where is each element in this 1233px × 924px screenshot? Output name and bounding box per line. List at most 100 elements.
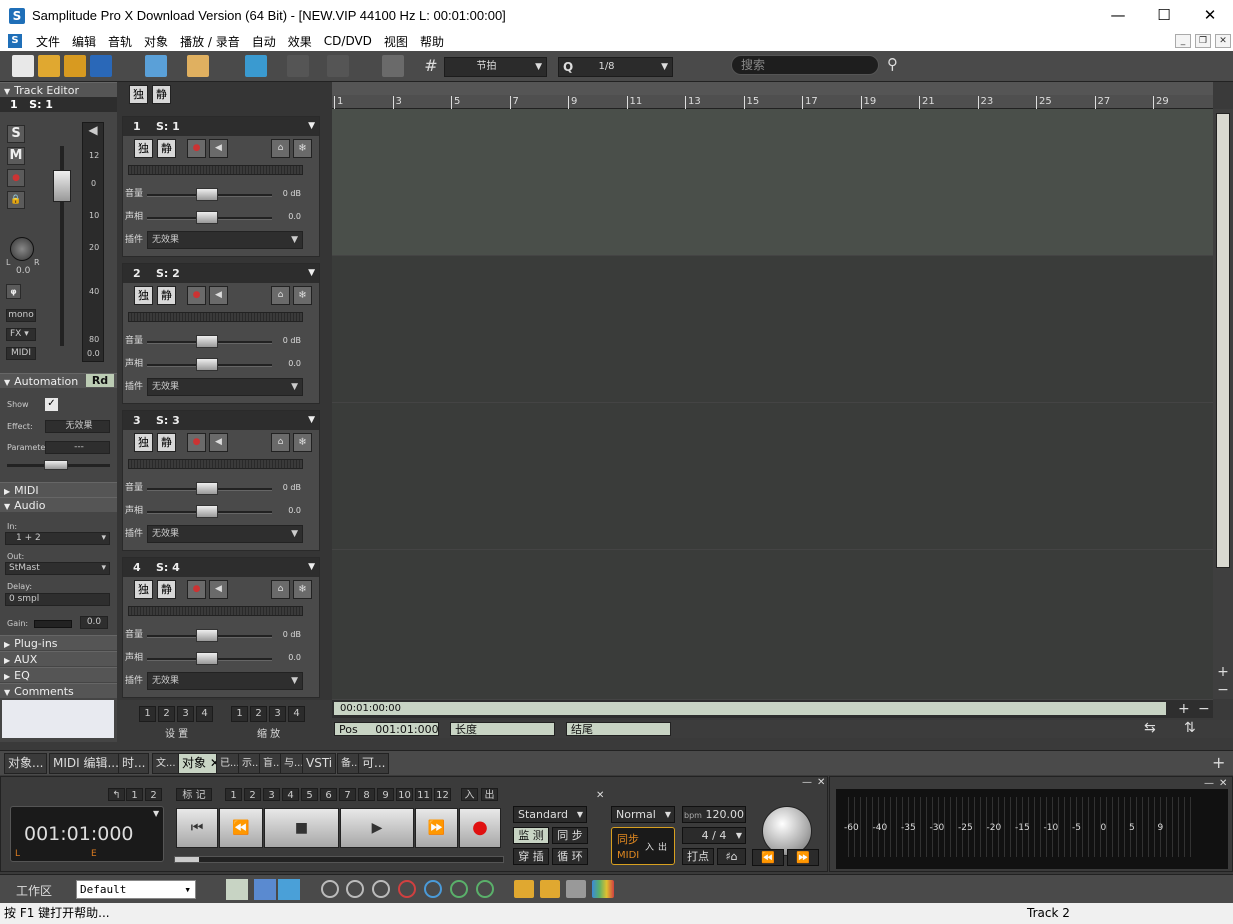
redo-icon[interactable] <box>327 55 349 77</box>
view-record-icon[interactable] <box>278 879 300 900</box>
menu-object[interactable]: 对象 <box>138 33 174 50</box>
mdi-minimize-icon[interactable]: _ <box>1175 34 1191 48</box>
jog-forward-icon[interactable]: ⏩ <box>787 849 819 866</box>
record-icon[interactable]: ● <box>187 433 206 452</box>
click-button[interactable]: 打点 <box>682 848 714 865</box>
lock-icon[interactable]: ⌂ <box>271 286 290 305</box>
toolbar-down-icon[interactable] <box>476 880 494 898</box>
meter-close-icon[interactable]: ✕ <box>1219 778 1227 789</box>
doc-icon[interactable]: S <box>8 34 22 48</box>
zoom-in-icon[interactable]: + <box>1216 665 1230 679</box>
effect-field[interactable]: 无效果 <box>45 420 110 433</box>
eq-section[interactable]: ▶ EQ <box>0 667 117 682</box>
volume-knob[interactable] <box>196 188 218 201</box>
mono-button[interactable]: mono <box>6 309 36 322</box>
open-folder-icon[interactable] <box>38 55 60 77</box>
rewind-start-button[interactable]: ⏮ <box>176 808 218 848</box>
gain-slider[interactable] <box>34 620 72 628</box>
maximize-button[interactable]: ☐ <box>1141 0 1187 31</box>
monitor-button[interactable]: 监 测 <box>513 827 549 844</box>
lock-icon[interactable]: ⌂ <box>271 580 290 599</box>
transport-minimize-icon[interactable]: — <box>802 777 812 788</box>
pan-slider[interactable] <box>147 652 272 665</box>
marker-1[interactable]: 1 <box>225 788 242 801</box>
play-button[interactable]: ▶ <box>340 808 414 848</box>
menu-file[interactable]: 文件 <box>30 33 66 50</box>
setup-4[interactable]: 4 <box>196 706 213 722</box>
mute-button[interactable]: 静 <box>157 580 176 599</box>
menu-effects[interactable]: 效果 <box>282 33 318 50</box>
out-dropdown[interactable]: StMast ▾ <box>5 562 110 575</box>
mdi-restore-icon[interactable]: ❐ <box>1195 34 1211 48</box>
bpm-field[interactable]: bpm 120.00 <box>682 806 746 823</box>
open-multitrack-icon[interactable] <box>64 55 86 77</box>
plugins-section[interactable]: ▶ Plug-ins <box>0 635 117 650</box>
comments-box[interactable] <box>2 700 114 738</box>
menu-automation[interactable]: 自动 <box>246 33 282 50</box>
undo-icon[interactable] <box>287 55 309 77</box>
pan-slider[interactable] <box>147 211 272 224</box>
mute-button[interactable]: 静 <box>157 286 176 305</box>
track-name[interactable]: 4 S: 4 ▼ <box>123 558 319 577</box>
marker-8[interactable]: 8 <box>358 788 375 801</box>
meter-minimize-icon[interactable]: — <box>1204 778 1214 789</box>
pan-slider[interactable] <box>147 358 272 371</box>
marker-10[interactable]: 10 <box>396 788 413 801</box>
volume-slider[interactable] <box>147 335 272 348</box>
solo-button[interactable]: 独 <box>134 139 153 158</box>
back-icon[interactable]: ↰ <box>108 788 125 801</box>
mode-icon[interactable] <box>145 55 167 77</box>
marker-7[interactable]: 7 <box>339 788 356 801</box>
aux-section[interactable]: ▶ AUX <box>0 651 117 666</box>
menu-track[interactable]: 音轨 <box>102 33 138 50</box>
small-2[interactable]: 2 <box>145 788 162 801</box>
quantize-dropdown[interactable]: Q 1/8 ▼ <box>558 57 673 77</box>
inspector-mute-button[interactable]: M <box>7 147 25 165</box>
inspector-lock-icon[interactable]: 🔒 <box>7 191 25 209</box>
list-icon[interactable] <box>566 880 586 898</box>
pan-knob[interactable] <box>196 652 218 665</box>
stop-button[interactable]: ■ <box>264 808 339 848</box>
pan-knob[interactable] <box>196 505 218 518</box>
snap-magnet-icon[interactable] <box>382 55 404 77</box>
menu-help[interactable]: 帮助 <box>414 33 450 50</box>
marker-4[interactable]: 4 <box>282 788 299 801</box>
hscroll-thumb[interactable]: 00:01:00:00 <box>334 702 1166 715</box>
track-editor-header[interactable]: ▼ Track Editor <box>0 82 117 97</box>
search-input[interactable]: 搜索 <box>731 55 879 75</box>
volume-slider[interactable] <box>147 482 272 495</box>
track-2[interactable]: 2 S: 2 ▼ 独 静 ● ◀ ⌂ ❄ 音量 0 dB 声相 0.0 插件 无效… <box>122 263 320 404</box>
position-slider-thumb[interactable] <box>175 857 199 862</box>
normal-dropdown[interactable]: Normal ▼ <box>611 806 675 823</box>
marker-11[interactable]: 11 <box>415 788 432 801</box>
pan-slider[interactable] <box>147 505 272 518</box>
mute-button[interactable]: 静 <box>157 139 176 158</box>
global-solo-button[interactable]: 独 <box>129 85 148 104</box>
vertical-scrollbar[interactable]: + − <box>1213 109 1233 699</box>
signature-dropdown[interactable]: 4 / 4 ▼ <box>682 827 746 844</box>
marker-9[interactable]: 9 <box>377 788 394 801</box>
end-field[interactable]: 结尾 <box>566 722 671 736</box>
track-name[interactable]: 1 S: 1 ▼ <box>123 117 319 136</box>
vscroll-thumb[interactable] <box>1216 113 1230 568</box>
object-mode-icon[interactable] <box>187 55 209 77</box>
length-field[interactable]: 长度 <box>450 722 555 736</box>
track-lane-2[interactable] <box>332 256 1213 403</box>
mute-button[interactable]: 静 <box>157 433 176 452</box>
global-mute-button[interactable]: 静 <box>152 85 171 104</box>
track-lane-1[interactable] <box>332 109 1213 256</box>
small-1[interactable]: 1 <box>126 788 143 801</box>
volume-knob[interactable] <box>196 629 218 642</box>
zoom-out-icon[interactable]: − <box>1216 683 1230 697</box>
track-name[interactable]: 2 S: 2 ▼ <box>123 264 319 283</box>
timeline-ruler[interactable]: 1 3 5 7 9 11 13 15 17 19 21 23 25 27 29 <box>332 82 1213 109</box>
speaker-icon[interactable]: ◀ <box>209 580 228 599</box>
inspector-record-icon[interactable]: ● <box>7 169 25 187</box>
plugin-dropdown[interactable]: 无效果 ▼ <box>147 525 303 543</box>
hzoom-in-icon[interactable]: + <box>1178 701 1190 717</box>
record-icon[interactable]: ● <box>187 286 206 305</box>
in-dropdown[interactable]: 1 + 2 ▾ <box>5 532 110 545</box>
tab-vsti[interactable]: VSTi <box>302 753 337 774</box>
pan-knob[interactable] <box>10 237 34 261</box>
speaker-icon[interactable]: ◀ <box>209 433 228 452</box>
